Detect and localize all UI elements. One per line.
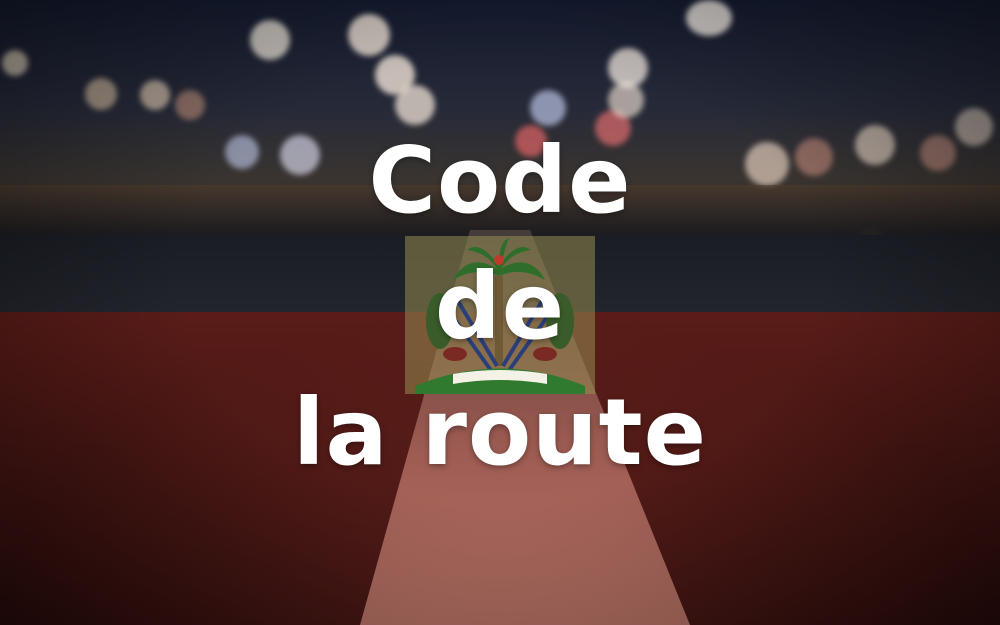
hero-banner: Code de la route xyxy=(0,0,1000,625)
page-title: Code de la route xyxy=(0,118,1000,496)
title-line: la route xyxy=(292,379,708,486)
title-line: de xyxy=(434,253,566,360)
title-line: Code xyxy=(368,127,632,234)
